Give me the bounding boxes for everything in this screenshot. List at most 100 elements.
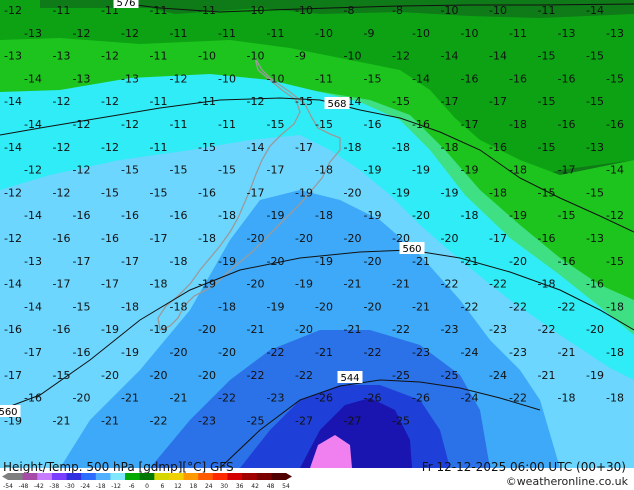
temperature-label: -13 — [53, 50, 71, 63]
temperature-label: -20 — [198, 369, 216, 382]
temperature-label: -13 — [4, 50, 22, 63]
temperature-label: -9 — [364, 27, 375, 40]
colorbar-swatch — [37, 473, 53, 480]
temperature-label: -22 — [489, 278, 507, 291]
temperature-label: -16 — [73, 209, 91, 222]
temperature-label: -18 — [558, 392, 576, 405]
temperature-label: -17 — [53, 278, 71, 291]
temperature-label: -12 — [53, 95, 71, 108]
temperature-label: -14 — [24, 300, 42, 313]
temperature-label: -17 — [295, 141, 313, 154]
temperature-label: -9 — [295, 50, 306, 63]
temperature-label: -14 — [24, 72, 42, 85]
temperature-label: -20 — [101, 369, 119, 382]
colorbar-swatch — [81, 473, 97, 480]
temperature-label: -18 — [121, 300, 139, 313]
temperature-label: -17 — [121, 255, 139, 268]
temperature-label: -17 — [489, 232, 507, 245]
temperature-label: -19 — [315, 255, 333, 268]
colorbar-swatch — [110, 473, 126, 480]
temperature-label: -19 — [364, 164, 382, 177]
temperature-label: -19 — [295, 278, 313, 291]
temperature-label: -13 — [606, 27, 624, 40]
temperature-label: -20 — [150, 369, 168, 382]
temperature-label: -12 — [101, 141, 119, 154]
temperature-label: -15 — [150, 186, 168, 199]
temperature-label: -20 — [170, 346, 188, 359]
temperature-label: -15 — [586, 95, 604, 108]
temperature-label: -22 — [364, 346, 382, 359]
temperature-label: -26 — [412, 392, 430, 405]
temperature-label: -20 — [198, 323, 216, 336]
temperature-label: -12 — [101, 95, 119, 108]
temperature-label: -19 — [392, 186, 410, 199]
temperature-label: -20 — [586, 323, 604, 336]
colorbar-max-arrow — [286, 473, 292, 480]
temperature-label: -16 — [558, 72, 576, 85]
temperature-label: -20 — [344, 232, 362, 245]
temperature-label: -10 — [412, 27, 430, 40]
temperature-label: -16 — [461, 72, 479, 85]
temperature-label: -11 — [150, 4, 168, 17]
temperature-label: -15 — [53, 369, 71, 382]
temperature-label: -16 — [489, 141, 507, 154]
temperature-label: -18 — [344, 141, 362, 154]
temperature-label: -12 — [4, 232, 22, 245]
colorbar-tick-label: 36 — [236, 483, 244, 489]
temperature-label: -15 — [538, 141, 556, 154]
temperature-label: -14 — [4, 95, 22, 108]
colorbar-tick-label: -30 — [65, 483, 75, 489]
temperature-label: -12 — [247, 95, 265, 108]
temperature-label: -19 — [441, 186, 459, 199]
temperature-label: -14 — [4, 141, 22, 154]
temperature-label: -23 — [267, 392, 285, 405]
temperature-label: -15 — [586, 50, 604, 63]
temperature-label: -15 — [267, 118, 285, 131]
temperature-label: -12 — [53, 186, 71, 199]
temperature-label: -8 — [392, 4, 403, 17]
colorbar-swatch — [271, 473, 287, 480]
temperature-label: -16 — [558, 255, 576, 268]
temperature-label: -22 — [392, 323, 410, 336]
temperature-label: -12 — [73, 27, 91, 40]
temperature-label: -22 — [558, 300, 576, 313]
temperature-label: -20 — [364, 300, 382, 313]
temperature-label: -18 — [150, 278, 168, 291]
temperature-label: -10 — [344, 50, 362, 63]
temperature-label: -15 — [606, 72, 624, 85]
temperature-label: -15 — [198, 141, 216, 154]
temperature-label: -25 — [247, 414, 265, 427]
temperature-label: -17 — [441, 95, 459, 108]
temperature-label: -15 — [101, 186, 119, 199]
temperature-label: -14 — [489, 50, 507, 63]
temperature-label: -15 — [558, 209, 576, 222]
temperature-label: -14 — [441, 50, 459, 63]
temperature-label: -11 — [150, 95, 168, 108]
colorbar-tick-label: 12 — [174, 483, 182, 489]
temperature-label: -25 — [392, 369, 410, 382]
height-label: 560 — [402, 244, 421, 255]
colorbar-tick-label: 6 — [161, 483, 165, 489]
temperature-label: -18 — [392, 141, 410, 154]
temperature-label: -16 — [509, 72, 527, 85]
temperature-label: -20 — [412, 209, 430, 222]
temperature-label: -16 — [53, 232, 71, 245]
temperature-label: -10 — [198, 50, 216, 63]
temperature-label: -12 — [121, 118, 139, 131]
temperature-label: -21 — [53, 414, 71, 427]
colorbar-swatch — [227, 473, 243, 480]
temperature-label: -14 — [606, 164, 624, 177]
temperature-label: -22 — [538, 323, 556, 336]
temperature-label: -14 — [24, 209, 42, 222]
temperature-label: -23 — [198, 414, 216, 427]
temperature-label: -10 — [247, 4, 265, 17]
temperature-label: -15 — [218, 164, 236, 177]
temperature-label: -24 — [461, 392, 479, 405]
temperature-label: -16 — [606, 118, 624, 131]
temperature-label: -25 — [392, 414, 410, 427]
temperature-label: -26 — [364, 392, 382, 405]
temperature-label: -20 — [441, 232, 459, 245]
temperature-label: -17 — [73, 255, 91, 268]
temperature-label: -14 — [412, 72, 430, 85]
temperature-label: -21 — [412, 255, 430, 268]
